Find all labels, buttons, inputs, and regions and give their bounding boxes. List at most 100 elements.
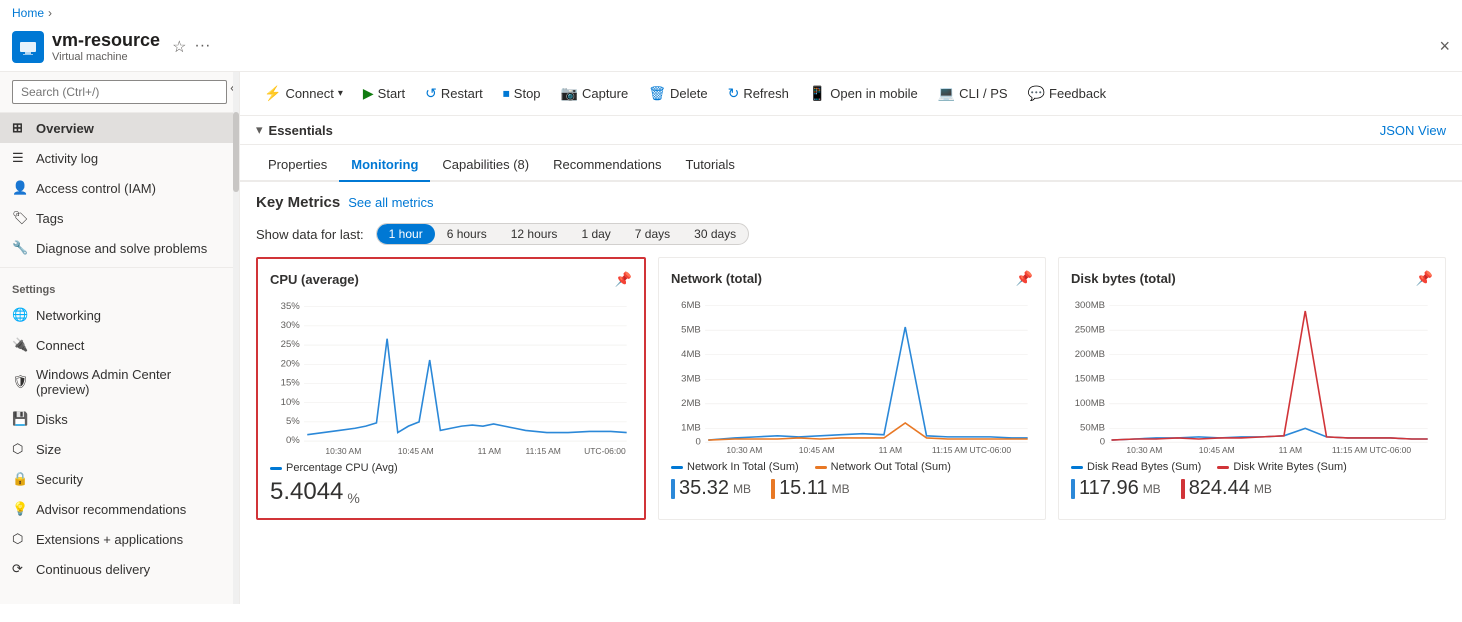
stop-button[interactable]: ⏹ Stop (495, 80, 549, 107)
tab-recommendations[interactable]: Recommendations (541, 149, 673, 182)
time-option-12h[interactable]: 12 hours (499, 224, 570, 244)
sidebar-item-security[interactable]: 🔒 Security (0, 464, 239, 494)
network-pin-icon[interactable]: 📌 (1016, 270, 1033, 287)
svg-text:0%: 0% (286, 435, 300, 446)
tabs-bar: Properties Monitoring Capabilities (8) R… (240, 149, 1462, 182)
json-view-link[interactable]: JSON View (1380, 123, 1446, 138)
time-option-30d[interactable]: 30 days (682, 224, 748, 244)
disk-write-bar (1181, 479, 1185, 499)
cpu-pin-icon[interactable]: 📌 (615, 271, 632, 288)
sidebar-item-continuous-delivery[interactable]: ⟳ Continuous delivery (0, 554, 239, 584)
svg-text:2MB: 2MB (681, 398, 701, 409)
feedback-button[interactable]: 💬 Feedback (1020, 80, 1115, 107)
more-icon[interactable]: ··· (194, 37, 210, 57)
sidebar-divider (0, 267, 239, 268)
sidebar-item-networking[interactable]: 🌐 Networking (0, 300, 239, 330)
cli-button[interactable]: 💻 CLI / PS (930, 80, 1016, 107)
advisor-icon: 💡 (12, 501, 28, 517)
sidebar-item-disks[interactable]: 💾 Disks (0, 404, 239, 434)
essentials-bar: ▾ Essentials JSON View (240, 116, 1462, 145)
network-chart-svg: 6MB 5MB 4MB 3MB 2MB 1MB 0 (671, 295, 1033, 455)
network-out-legend-dot (815, 466, 827, 469)
sidebar-item-label: Activity log (36, 151, 98, 166)
connect-button[interactable]: ⚡ Connect ▾ (256, 80, 351, 107)
delete-btn-icon: 🗑 (648, 85, 666, 102)
network-chart-legend: Network In Total (Sum) Network Out Total… (671, 461, 1033, 473)
svg-text:10:45 AM: 10:45 AM (1199, 445, 1235, 455)
sidebar-item-overview[interactable]: ⊞ Overview (0, 113, 239, 143)
time-option-7d[interactable]: 7 days (623, 224, 682, 244)
tab-capabilities[interactable]: Capabilities (8) (430, 149, 541, 182)
svg-text:10:45 AM: 10:45 AM (398, 446, 434, 456)
sidebar-item-access-control[interactable]: 👤 Access control (IAM) (0, 173, 239, 203)
search-input[interactable] (12, 80, 227, 104)
sidebar-item-activity-log[interactable]: ☰ Activity log (0, 143, 239, 173)
cpu-chart-container: 35% 30% 25% 20% 15% 10% 5% 0% (270, 296, 632, 456)
network-chart-container: 6MB 5MB 4MB 3MB 2MB 1MB 0 (671, 295, 1033, 455)
cpu-chart-card[interactable]: CPU (average) 📌 35% 30% 25% 20% 15% 10% … (256, 257, 646, 520)
network-in-unit: MB (733, 482, 751, 496)
sidebar-item-tags[interactable]: 🏷 Tags (0, 203, 239, 233)
metrics-header: Key Metrics See all metrics (240, 182, 1462, 219)
network-out-legend-label: Network Out Total (Sum) (831, 461, 951, 473)
sidebar-item-connect[interactable]: 🔌 Connect (0, 330, 239, 360)
cpu-chart-value: 5.4044 % (270, 478, 632, 506)
scrollbar-thumb[interactable] (233, 112, 239, 192)
scrollbar-track (233, 72, 239, 604)
time-option-6h[interactable]: 6 hours (435, 224, 499, 244)
start-button[interactable]: ▶ Start (355, 80, 413, 107)
essentials-chevron-icon[interactable]: ▾ (256, 122, 263, 138)
tab-properties[interactable]: Properties (256, 149, 339, 182)
svg-text:10:30 AM: 10:30 AM (325, 446, 361, 456)
time-option-1h[interactable]: 1 hour (377, 224, 435, 244)
restart-button[interactable]: ↺ Restart (417, 80, 491, 107)
svg-text:150MB: 150MB (1075, 373, 1105, 384)
breadcrumb-home[interactable]: Home (12, 6, 44, 20)
sidebar-item-extensions[interactable]: ⬡ Extensions + applications (0, 524, 239, 554)
main-layout: ‹‹ ⊞ Overview ☰ Activity log 👤 Access co… (0, 72, 1462, 604)
cli-btn-label: CLI / PS (959, 86, 1007, 101)
svg-text:35%: 35% (281, 301, 301, 312)
restart-btn-icon: ↺ (425, 85, 437, 102)
stop-btn-icon: ⏹ (503, 85, 510, 102)
disk-pin-icon[interactable]: 📌 (1416, 270, 1433, 287)
sidebar-item-size[interactable]: ⬡ Size (0, 434, 239, 464)
cpu-title-text: CPU (average) (270, 272, 359, 287)
time-option-1d[interactable]: 1 day (569, 224, 622, 244)
disk-chart-svg: 300MB 250MB 200MB 150MB 100MB 50MB 0 (1071, 295, 1433, 455)
delete-button[interactable]: 🗑 Delete (640, 80, 715, 107)
svg-text:50MB: 50MB (1080, 422, 1105, 433)
tab-tutorials[interactable]: Tutorials (674, 149, 747, 182)
capture-btn-label: Capture (582, 86, 628, 101)
capture-btn-icon: 📷 (561, 85, 578, 102)
disk-read-value-item: 117.96 MB (1071, 477, 1161, 500)
close-button[interactable]: × (1439, 36, 1450, 57)
see-all-metrics-link[interactable]: See all metrics (348, 195, 433, 210)
svg-text:11 AM: 11 AM (1279, 445, 1302, 455)
capture-button[interactable]: 📷 Capture (553, 80, 637, 107)
network-chart-card[interactable]: Network (total) 📌 6MB 5MB 4MB 3MB 2MB 1M… (658, 257, 1046, 520)
security-icon: 🔒 (12, 471, 28, 487)
sidebar-item-label: Security (36, 472, 83, 487)
refresh-btn-icon: ↻ (728, 85, 740, 102)
sidebar-item-windows-admin[interactable]: 🛡 Windows Admin Center (preview) (0, 360, 239, 404)
favorite-icon[interactable]: ☆ (172, 37, 186, 57)
svg-text:4MB: 4MB (681, 349, 701, 360)
network-values-row: 35.32 MB 15.11 MB (671, 477, 1033, 500)
tab-monitoring[interactable]: Monitoring (339, 149, 430, 182)
sidebar-item-label: Overview (36, 121, 94, 136)
refresh-button[interactable]: ↻ Refresh (720, 80, 797, 107)
disk-chart-title: Disk bytes (total) 📌 (1071, 270, 1433, 287)
sidebar-item-label: Diagnose and solve problems (36, 241, 207, 256)
disk-chart-card[interactable]: Disk bytes (total) 📌 300MB 250MB 200MB 1… (1058, 257, 1446, 520)
delete-btn-label: Delete (670, 86, 708, 101)
svg-text:10:30 AM: 10:30 AM (1126, 445, 1162, 455)
breadcrumb-sep: › (48, 6, 52, 20)
disk-write-value-item: 824.44 MB (1181, 477, 1272, 500)
sidebar-item-advisor[interactable]: 💡 Advisor recommendations (0, 494, 239, 524)
cli-btn-icon: 💻 (938, 85, 955, 102)
disk-read-value: 117.96 (1079, 477, 1139, 500)
mobile-button[interactable]: 📱 Open in mobile (801, 80, 926, 107)
sidebar-item-diagnose[interactable]: 🔧 Diagnose and solve problems (0, 233, 239, 263)
svg-text:11:15 AM UTC-06:00: 11:15 AM UTC-06:00 (932, 445, 1012, 455)
